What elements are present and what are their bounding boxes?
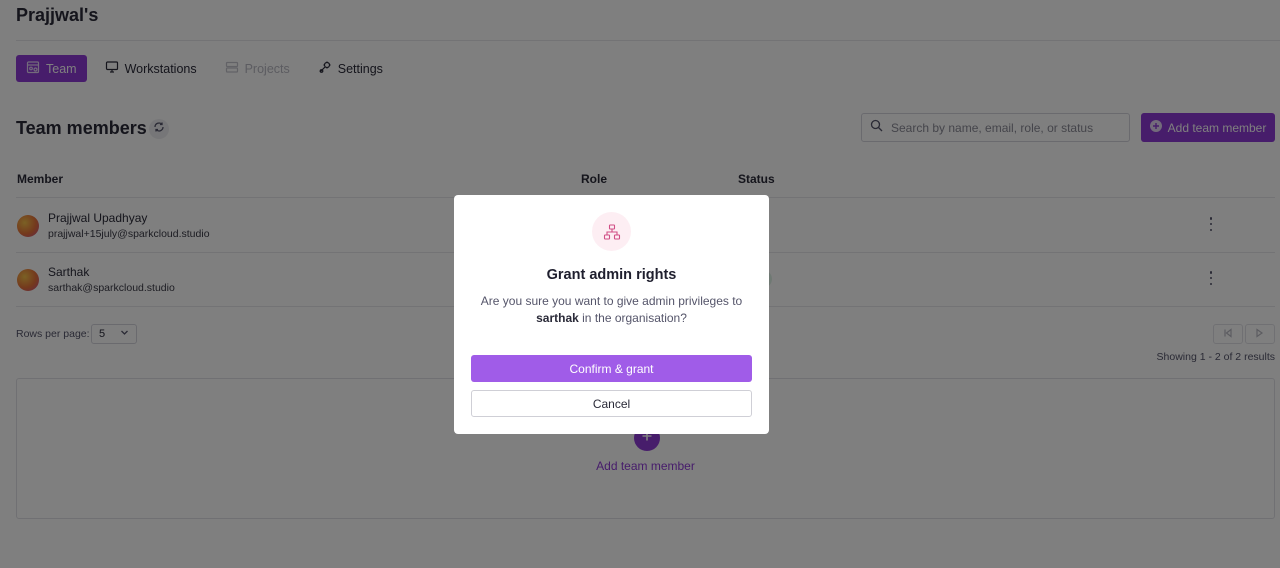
dialog-user: sarthak: [536, 311, 579, 325]
confirm-grant-button[interactable]: Confirm & grant: [471, 355, 752, 382]
dialog-message-start: Are you sure you want to give admin priv…: [480, 294, 743, 308]
dialog-message: Are you sure you want to give admin priv…: [479, 293, 744, 327]
dialog-title: Grant admin rights: [546, 267, 677, 283]
cancel-button[interactable]: Cancel: [471, 390, 752, 417]
hierarchy-icon: [592, 212, 631, 251]
grant-admin-dialog: Grant admin rights Are you sure you want…: [454, 195, 769, 434]
dialog-message-end: in the organisation?: [582, 311, 687, 325]
